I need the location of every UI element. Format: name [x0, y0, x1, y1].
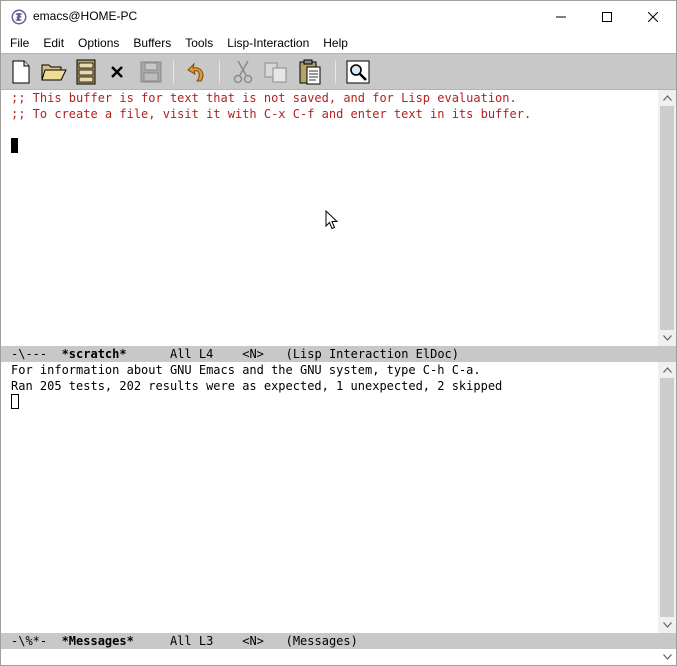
menu-options[interactable]: Options: [71, 33, 126, 53]
minimize-button[interactable]: [538, 1, 584, 33]
scroll-thumb[interactable]: [660, 106, 674, 330]
chevron-up-icon: [662, 367, 672, 373]
scroll-thumb[interactable]: [660, 378, 674, 617]
scroll-down-arrow[interactable]: [658, 330, 676, 346]
modeline-status: -\---: [11, 347, 48, 361]
save-button[interactable]: [138, 59, 164, 85]
modeline-position: All L4: [169, 347, 214, 361]
copy-button[interactable]: [263, 59, 289, 85]
modeline-mode[interactable]: (Lisp Interaction ElDoc): [286, 347, 459, 361]
open-folder-button[interactable]: [41, 59, 67, 85]
open-directory-button[interactable]: [73, 59, 99, 85]
chevron-down-icon: [662, 622, 672, 628]
scroll-down-arrow[interactable]: [658, 649, 676, 665]
scroll-up-arrow[interactable]: [658, 90, 676, 106]
undo-button[interactable]: [184, 59, 210, 85]
buffer-line: Ran 205 tests, 202 results were as expec…: [11, 379, 503, 393]
toolbar-separator: [335, 60, 336, 84]
chevron-down-icon: [662, 335, 672, 341]
menu-tools[interactable]: Tools: [178, 33, 220, 53]
menu-bar: File Edit Options Buffers Tools Lisp-Int…: [1, 33, 676, 53]
close-icon: [648, 12, 658, 22]
emacs-window: emacs@HOME-PC File Edit Options Buffers …: [0, 0, 677, 666]
scroll-down-arrow[interactable]: [658, 617, 676, 633]
modeline-status: -\%*-: [11, 634, 48, 648]
maximize-button[interactable]: [584, 1, 630, 33]
buffer-line: ;; This buffer is for text that is not s…: [11, 91, 517, 105]
toolbar-separator: [173, 60, 174, 84]
chevron-down-icon: [662, 654, 672, 660]
close-buffer-icon: [111, 66, 123, 78]
buffer-line: [11, 122, 658, 138]
mouse-pointer-icon: [325, 210, 339, 230]
close-button[interactable]: [630, 1, 676, 33]
scratch-mode-line[interactable]: -\--- *scratch* All L4 <N> (Lisp Interac…: [1, 346, 676, 362]
menu-file[interactable]: File: [3, 33, 36, 53]
paste-button[interactable]: [297, 59, 323, 85]
save-icon: [140, 61, 162, 83]
messages-scrollbar[interactable]: [658, 362, 676, 633]
new-file-icon: [12, 60, 30, 84]
modeline-mode[interactable]: (Messages): [286, 634, 358, 648]
chevron-up-icon: [662, 95, 672, 101]
search-icon: [346, 60, 370, 84]
cut-icon: [233, 60, 253, 84]
modeline-buffer-name[interactable]: *Messages*: [62, 634, 134, 648]
open-folder-icon: [41, 64, 67, 81]
menu-edit[interactable]: Edit: [36, 33, 71, 53]
emacs-icon[interactable]: [11, 9, 27, 25]
text-cursor: [11, 394, 19, 409]
open-directory-icon: [76, 59, 96, 85]
maximize-icon: [602, 12, 612, 22]
buffer-line: [11, 394, 658, 410]
modeline-narrow: <N>: [242, 347, 264, 361]
menu-help[interactable]: Help: [316, 33, 355, 53]
buffer-line: ;; To create a file, visit it with C-x C…: [11, 107, 532, 121]
scratch-scrollbar[interactable]: [658, 90, 676, 346]
paste-icon: [299, 59, 321, 85]
messages-buffer[interactable]: For information about GNU Emacs and the …: [1, 362, 658, 633]
toolbar: [1, 53, 676, 90]
undo-icon: [187, 62, 204, 82]
menu-lisp-interaction[interactable]: Lisp-Interaction: [220, 33, 316, 53]
copy-icon: [264, 62, 287, 83]
buffer-line: For information about GNU Emacs and the …: [11, 363, 481, 377]
modeline-position: All L3: [169, 634, 214, 648]
text-cursor: [11, 138, 18, 153]
toolbar-separator: [219, 60, 220, 84]
window-title: emacs@HOME-PC: [33, 9, 138, 23]
close-buffer-button[interactable]: [104, 59, 130, 85]
modeline-buffer-name[interactable]: *scratch*: [62, 347, 127, 361]
scroll-up-arrow[interactable]: [658, 362, 676, 378]
new-file-button[interactable]: [8, 59, 34, 85]
messages-mode-line[interactable]: -\%*- *Messages* All L3 <N> (Messages): [1, 633, 676, 649]
modeline-narrow: <N>: [242, 634, 264, 648]
menu-buffers[interactable]: Buffers: [126, 33, 178, 53]
search-button[interactable]: [345, 59, 371, 85]
minimize-icon: [556, 16, 566, 18]
buffer-line: [11, 138, 658, 154]
cut-button[interactable]: [230, 59, 256, 85]
title-bar[interactable]: emacs@HOME-PC: [1, 1, 676, 33]
